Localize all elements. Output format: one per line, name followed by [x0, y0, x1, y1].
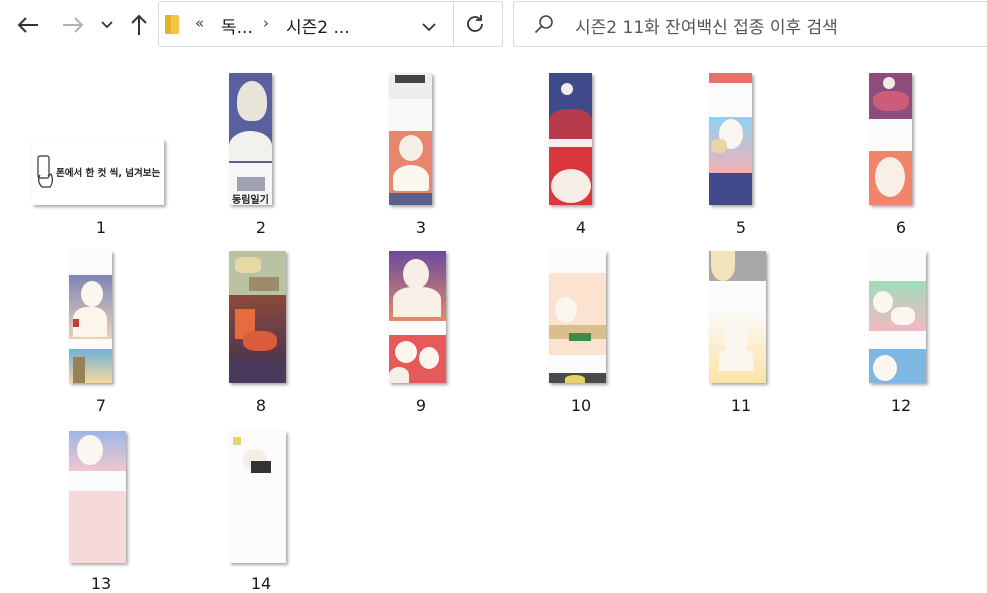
address-divider: [453, 2, 454, 46]
file-name: 11: [730, 396, 752, 415]
address-dropdown-button[interactable]: [422, 17, 436, 36]
phone-hand-icon: [37, 155, 53, 188]
file-name: 14: [250, 574, 272, 593]
file-thumbnail: [229, 431, 286, 563]
file-name: 13: [90, 574, 112, 593]
breadcrumb-overflow[interactable]: «: [195, 14, 204, 32]
file-thumbnail: 동림일기: [229, 73, 272, 205]
file-thumbnail: [69, 251, 112, 383]
address-bar[interactable]: « 독... › 시즌2 ...: [158, 1, 503, 47]
up-button[interactable]: [124, 10, 154, 40]
folder-icon: [165, 15, 179, 34]
file-thumbnail: [69, 431, 126, 563]
file-name: 9: [415, 396, 427, 415]
file-item[interactable]: 3: [346, 50, 496, 237]
file-thumbnail: [389, 251, 446, 383]
file-item[interactable]: 13: [26, 406, 176, 593]
chevron-down-icon: [422, 17, 436, 36]
back-button[interactable]: [13, 10, 43, 40]
refresh-icon: [464, 15, 486, 39]
file-thumbnail: [389, 73, 432, 205]
file-item[interactable]: 10: [506, 228, 656, 415]
file-thumbnail: [869, 73, 912, 205]
file-item[interactable]: 동림일기 2: [186, 50, 336, 237]
chevron-down-icon: [101, 21, 113, 29]
file-item[interactable]: 4: [506, 50, 656, 237]
file-name: 12: [890, 396, 912, 415]
breadcrumb-item-parent[interactable]: 독...: [221, 13, 253, 38]
up-arrow-icon: [130, 14, 148, 36]
file-item[interactable]: 폰에서 한 컷 씩, 넘겨보는 컷툰 1: [26, 50, 176, 237]
thumbnail-caption: 동림일기: [232, 195, 269, 205]
file-item[interactable]: 9: [346, 228, 496, 415]
breadcrumb-separator[interactable]: ›: [263, 14, 269, 32]
file-item[interactable]: 7: [26, 228, 176, 415]
refresh-button[interactable]: [464, 13, 490, 37]
file-thumbnail: [549, 73, 592, 205]
back-arrow-icon: [17, 16, 39, 34]
file-item[interactable]: 14: [186, 406, 336, 593]
thumbnail-caption: 폰에서 한 컷 씩, 넘겨보는 컷툰: [56, 168, 164, 179]
file-item[interactable]: 12: [826, 228, 976, 415]
file-thumbnail: [709, 73, 752, 205]
file-item[interactable]: 11: [666, 228, 816, 415]
file-thumbnail: [709, 251, 766, 383]
breadcrumb-item-current[interactable]: 시즌2 ...: [286, 13, 350, 38]
search-box[interactable]: 시즌2 11화 잔여백신 접종 이후 검색: [513, 1, 987, 47]
file-thumbnail: [229, 251, 286, 383]
file-thumbnail: [869, 251, 926, 383]
file-item[interactable]: 5: [666, 50, 816, 237]
recent-locations-button[interactable]: [94, 10, 120, 40]
navigation-toolbar: « 독... › 시즌2 ... 시즌2 11화 잔여백신 접종 이후 검색: [0, 0, 987, 50]
file-thumbnail: [549, 251, 606, 383]
file-thumbnail: 폰에서 한 컷 씩, 넘겨보는 컷툰: [32, 139, 164, 205]
forward-arrow-icon: [62, 16, 84, 34]
file-grid: 폰에서 한 컷 씩, 넘겨보는 컷툰 1 동림일기 2 3: [0, 50, 987, 593]
file-item[interactable]: 6: [826, 50, 976, 237]
forward-button[interactable]: [58, 10, 88, 40]
search-placeholder: 시즌2 11화 잔여백신 접종 이후 검색: [575, 18, 838, 38]
file-item[interactable]: 8: [186, 228, 336, 415]
file-name: 10: [570, 396, 592, 415]
search-icon: [534, 14, 554, 38]
